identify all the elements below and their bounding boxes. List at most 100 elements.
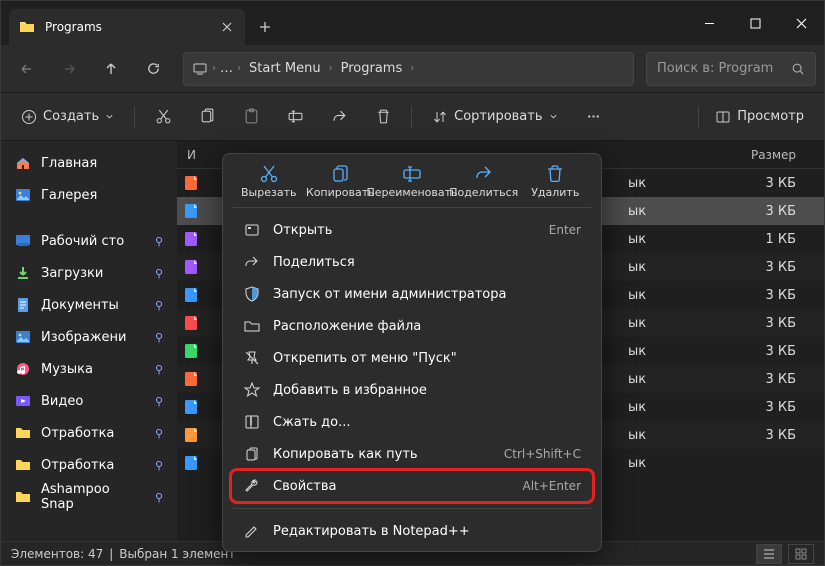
file-icon [183,399,199,415]
sidebar-item[interactable]: Изображени⚲ [1,321,177,353]
navbar: › … › Start Menu › Programs › Поиск в: P… [1,45,824,93]
pin-icon: ⚲ [155,363,163,376]
monitor-icon [192,61,208,77]
paste-button[interactable] [231,99,271,135]
delete-button[interactable] [363,99,403,135]
file-icon [183,259,199,275]
pin-icon: ⚲ [155,299,163,312]
ctx-separator [233,508,591,509]
chevron-icon: › [212,63,216,74]
toolbar: Создать Сортировать Просмотр [1,93,824,141]
file-icon [183,455,199,471]
cut-icon [259,164,279,184]
chevron-icon: › [410,63,414,74]
view-icons-button[interactable] [788,544,814,564]
wrench-icon [243,477,261,495]
ctx-item[interactable]: Открепить от меню "Пуск" [231,342,593,374]
ctx-item[interactable]: Поделиться [231,246,593,278]
copypath-icon [243,445,261,463]
sidebar-item[interactable]: Загрузки⚲ [1,257,177,289]
delete-icon [545,164,565,184]
col-size[interactable]: Размер [738,148,818,162]
cut-icon [155,108,172,125]
search-input[interactable]: Поиск в: Program [646,52,816,86]
file-icon [183,371,199,387]
ctx-item[interactable]: Расположение файла [231,310,593,342]
address-bar[interactable]: › … › Start Menu › Programs › [183,52,634,86]
divider [698,106,699,128]
plus-circle-icon [21,109,37,125]
file-icon [183,343,199,359]
home-icon [15,155,31,171]
create-button[interactable]: Создать [9,99,126,135]
close-button[interactable] [778,3,824,43]
sidebar-item-icon [15,361,31,377]
ctx-item[interactable]: Сжать до... [231,406,593,438]
crumb-programs[interactable]: Programs [337,54,407,84]
ctx-item[interactable]: ОткрытьEnter [231,214,593,246]
pin-icon: ⚲ [155,427,163,440]
minimize-button[interactable] [686,3,732,43]
compress-icon [243,413,261,431]
ellipsis-crumb[interactable]: … [220,61,233,76]
refresh-button[interactable] [135,51,171,87]
maximize-button[interactable] [732,3,778,43]
pin-icon: ⚲ [155,331,163,344]
sidebar-item-icon [15,329,31,345]
search-icon [791,62,805,76]
ctx-action-row: ВырезатьКопироватьПереименоватьПоделитьс… [227,160,597,201]
tab-programs[interactable]: Programs [9,9,245,45]
sidebar-home[interactable]: Главная [1,147,177,179]
sidebar-item[interactable]: Документы⚲ [1,289,177,321]
ctx-action-share[interactable]: Поделиться [448,162,520,201]
up-button[interactable] [93,51,129,87]
forward-button[interactable] [51,51,87,87]
chevron-icon: › [329,63,333,74]
cut-button[interactable] [143,99,183,135]
ctx-action-cut[interactable]: Вырезать [233,162,305,201]
col-name[interactable]: И [183,148,221,162]
ctx-action-delete[interactable]: Удалить [520,162,592,201]
more-icon [585,108,602,125]
sort-button[interactable]: Сортировать [420,99,569,135]
sidebar-item-icon [15,393,31,409]
close-tab-icon[interactable] [219,19,235,35]
share2-icon [243,253,261,271]
ctx-separator [233,207,591,208]
sidebar-item[interactable]: Рабочий сто⚲ [1,225,177,257]
sidebar-item[interactable]: Видео⚲ [1,385,177,417]
sidebar-gallery[interactable]: Галерея [1,179,177,211]
file-icon [183,231,199,247]
open-icon [243,221,261,239]
ctx-item[interactable]: Запуск от имени администратора [231,278,593,310]
back-button[interactable] [9,51,45,87]
rename-button[interactable] [275,99,315,135]
sidebar-item[interactable]: Отработка⚲ [1,417,177,449]
ctx-item[interactable]: СвойстваAlt+Enter [231,470,593,502]
chevron-down-icon [549,112,558,121]
copy-button[interactable] [187,99,227,135]
new-tab-button[interactable] [245,9,285,45]
paste-icon [243,108,260,125]
crumb-start-menu[interactable]: Start Menu [245,54,325,84]
pin-icon: ⚲ [155,491,163,504]
sidebar-item[interactable]: Ashampoo Snap⚲ [1,481,177,513]
more-button[interactable] [574,99,614,135]
share-button[interactable] [319,99,359,135]
ctx-action-copy[interactable]: Копировать [305,162,377,201]
shortcut-label: Alt+Enter [522,479,581,493]
sort-icon [432,109,448,125]
sidebar-item[interactable]: Музыка⚲ [1,353,177,385]
view-button[interactable]: Просмотр [703,99,816,135]
divider [134,106,135,128]
ctx-action-rename[interactable]: Переименовать [376,162,448,201]
sidebar-item[interactable]: Отработка⚲ [1,449,177,481]
share-icon [474,164,494,184]
ctx-item[interactable]: Копировать как путьCtrl+Shift+C [231,438,593,470]
file-icon [183,287,199,303]
view-details-button[interactable] [756,544,782,564]
ctx-item[interactable]: Добавить в избранное [231,374,593,406]
search-placeholder: Поиск в: Program [657,61,783,76]
shortcut-label: Ctrl+Shift+C [504,447,581,461]
ctx-item[interactable]: Редактировать в Notepad++ [231,515,593,547]
